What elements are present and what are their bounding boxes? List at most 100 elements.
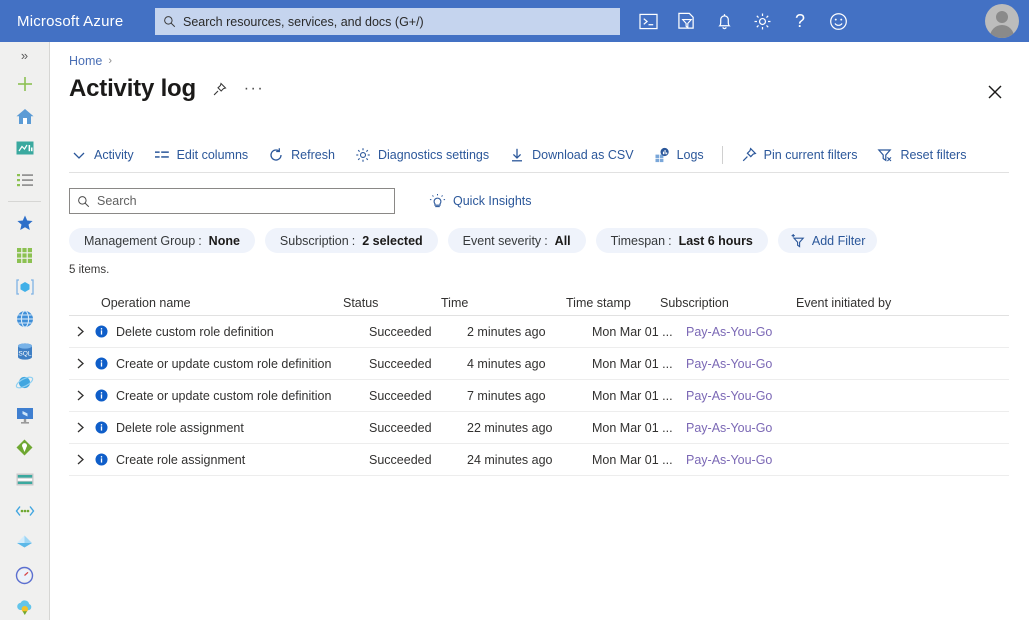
add-filter-icon [791,234,805,248]
table-row[interactable]: Create or update custom role definition … [69,348,1009,380]
virtual-machine-icon [16,407,33,424]
rail-dashboard[interactable] [0,132,49,164]
cell-status: Succeeded [369,388,432,403]
rail-all-resources[interactable] [0,239,49,271]
rail-resource-groups[interactable] [0,271,49,303]
search-input[interactable]: Search [69,188,395,214]
rail-azure-cosmos-db[interactable] [0,367,49,399]
global-search-placeholder: Search resources, services, and docs (G+… [183,14,424,29]
rail-home[interactable] [0,100,49,132]
rail-advisor[interactable] [0,591,49,620]
cell-time: 24 minutes ago [467,452,553,467]
table-row[interactable]: Create or update custom role definition … [69,380,1009,412]
globe-icon [16,310,33,328]
chevron-right-icon [77,422,84,433]
rail-load-balancers[interactable] [0,431,49,463]
pin-current-filters-button[interactable]: Pin current filters [731,140,868,170]
table-row[interactable]: Delete role assignment Succeeded 22 minu… [69,412,1009,444]
column-header-event-initiated-by[interactable]: Event initiated by [796,296,956,315]
column-header-subscription[interactable]: Subscription [660,296,796,315]
rail-storage-accounts[interactable] [0,463,49,495]
row-expand-toggle[interactable] [69,389,95,402]
sql-database-icon: SQL [17,342,32,360]
filter-management-group[interactable]: Management Group : None [69,228,255,253]
quick-insights-button[interactable]: Quick Insights [429,193,532,210]
subscription-link[interactable]: Pay-As-You-Go [686,389,772,403]
row-expand-toggle[interactable] [69,421,95,434]
rail-all-services[interactable] [0,164,49,196]
rail-monitor[interactable] [0,559,49,591]
column-header-status[interactable]: Status [343,296,441,315]
download-icon [512,148,523,162]
download-as-csv-button[interactable]: Download as CSV [499,140,643,170]
column-header-operation-name[interactable]: Operation name [69,296,343,315]
add-filter-button[interactable]: Add Filter [777,228,878,253]
notifications-bell-icon[interactable] [712,9,736,33]
filter-separator: : [544,233,548,248]
cell-time-stamp: Mon Mar 01 ... [592,420,673,435]
subscription-link[interactable]: Pay-As-You-Go [686,325,772,339]
info-icon [95,421,108,434]
activity-button[interactable]: Activity [69,140,144,170]
rail-azure-active-directory[interactable] [0,527,49,559]
settings-gear-icon[interactable] [750,9,774,33]
filter-event-severity[interactable]: Event severity : All [447,228,586,253]
info-icon [95,357,108,370]
subscription-link[interactable]: Pay-As-You-Go [686,421,772,435]
chevron-right-icon [77,454,84,465]
diagnostics-settings-button[interactable]: Diagnostics settings [345,140,499,170]
cell-time-stamp: Mon Mar 01 ... [592,388,673,403]
search-row: Search Quick Insights [69,188,532,214]
column-header-time[interactable]: Time [441,296,566,315]
global-header: Microsoft Azure Search resources, servic… [0,0,1029,42]
rail-sql-databases[interactable]: SQL [0,335,49,367]
rail-app-services[interactable] [0,303,49,335]
row-expand-toggle[interactable] [69,357,95,370]
azure-brand-logo[interactable]: Microsoft Azure [17,13,123,30]
blade-content: Home › Activity log ··· Activity Edit co… [51,42,1029,620]
cloud-shell-icon[interactable] [636,9,660,33]
filter-timespan-key: Timespan [610,233,666,248]
lightbulb-icon [429,193,446,207]
filter-timespan[interactable]: Timespan : Last 6 hours [595,228,768,253]
global-search-input[interactable]: Search resources, services, and docs (G+… [155,8,620,35]
table-row[interactable]: Delete custom role definition Succeeded … [69,316,1009,348]
subscription-link[interactable]: Pay-As-You-Go [686,357,772,371]
more-options-icon[interactable]: ··· [244,79,264,99]
subscription-link[interactable]: Pay-As-You-Go [686,453,772,467]
table-row[interactable]: Create role assignment Succeeded 24 minu… [69,444,1009,476]
rail-virtual-machines[interactable] [0,399,49,431]
chevron-down-icon [73,152,85,159]
column-header-time-stamp[interactable]: Time stamp [566,296,660,315]
quick-insights-label: Quick Insights [453,194,532,208]
directory-filter-icon[interactable] [674,9,698,33]
reset-filters-button[interactable]: Reset filters [867,140,976,170]
monitor-gauge-icon [15,566,34,584]
cell-time: 2 minutes ago [467,324,546,339]
pin-icon[interactable] [210,79,230,99]
breadcrumb-home-link[interactable]: Home [69,54,102,68]
reset-filters-button-label: Reset filters [900,148,967,162]
refresh-button[interactable]: Refresh [258,140,345,170]
row-expand-toggle[interactable] [69,453,95,466]
filter-separator: : [668,233,672,248]
filter-subscription[interactable]: Subscription : 2 selected [264,228,438,253]
close-blade-button[interactable] [985,82,1007,104]
breadcrumb-separator-icon: › [108,55,113,67]
rail-virtual-networks[interactable] [0,495,49,527]
feedback-smiley-icon[interactable] [826,9,850,33]
cell-operation-name: Delete custom role definition [95,325,369,339]
help-question-icon[interactable]: ? [788,9,812,33]
info-icon [95,325,108,338]
edit-columns-button[interactable]: Edit columns [144,140,259,170]
cell-operation-name: Create or update custom role definition [95,357,369,371]
cell-operation-name: Create or update custom role definition [95,389,369,403]
cell-time-stamp: Mon Mar 01 ... [592,356,673,371]
rail-expand-button[interactable]: » [0,42,49,68]
rail-create-resource[interactable] [0,68,49,100]
rail-favorites[interactable] [0,207,49,239]
row-expand-toggle[interactable] [69,325,95,338]
chevron-right-icon [77,358,84,369]
logs-button[interactable]: Logs [644,140,714,170]
avatar[interactable] [985,4,1019,38]
